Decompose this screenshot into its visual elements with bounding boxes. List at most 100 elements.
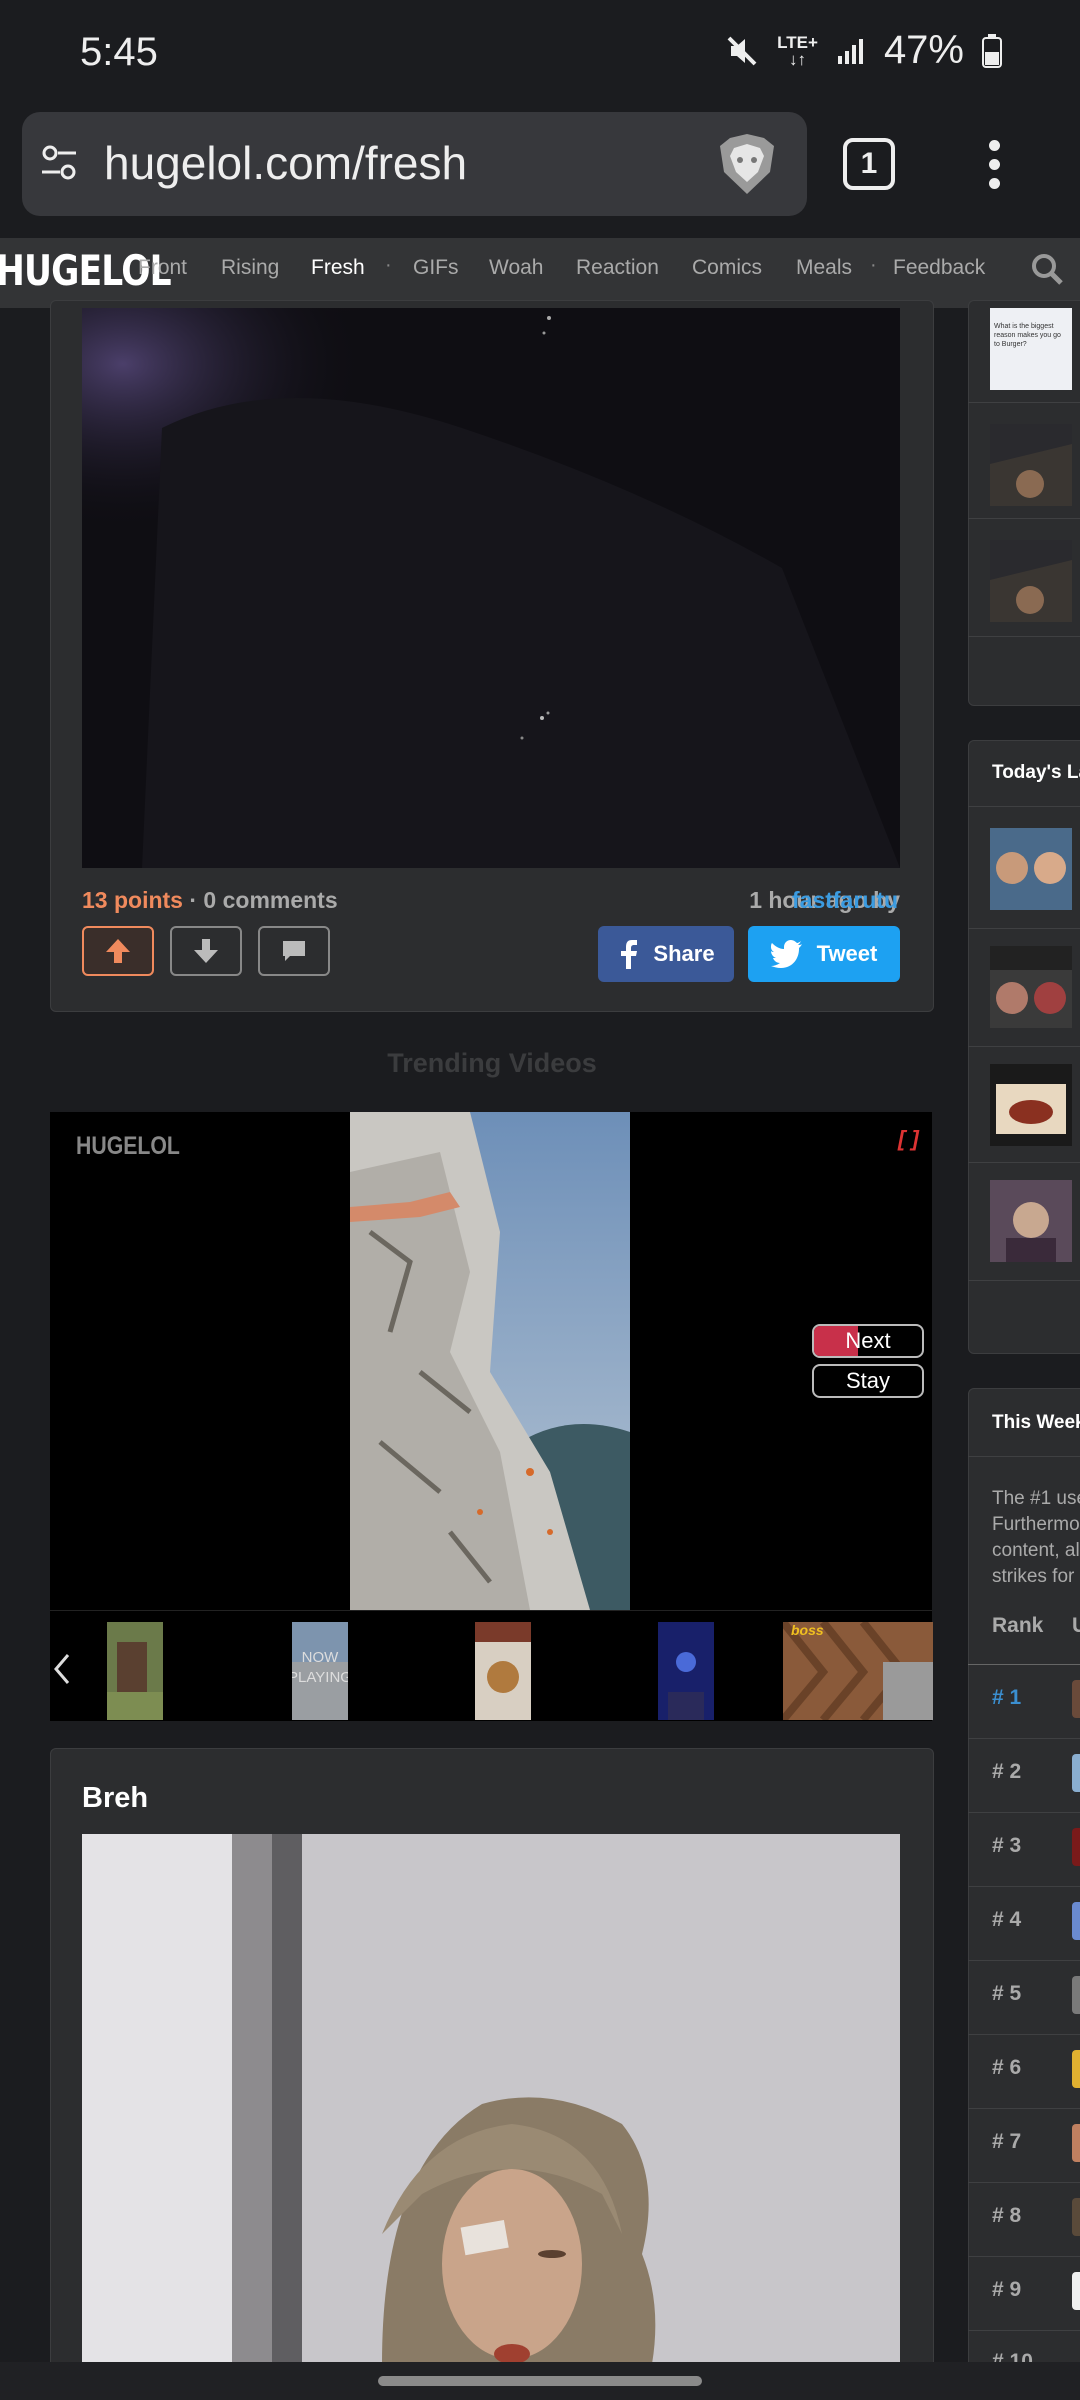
nav-separator: ·	[870, 254, 877, 276]
sidebar-heading-weekly: This Week	[992, 1412, 1080, 1433]
rank-avatar[interactable]	[1072, 1680, 1080, 1718]
status-time: 5:45	[80, 30, 158, 74]
divider	[968, 2034, 1080, 2035]
video-thumbnail[interactable]: boss	[783, 1622, 933, 1720]
sidebar-thumbnail[interactable]	[990, 1180, 1072, 1262]
arrow-up-icon	[106, 939, 130, 963]
now-playing-label: NOW PLAYING	[292, 1649, 348, 1686]
next-button[interactable]: Next	[812, 1324, 924, 1358]
divider	[968, 1664, 1080, 1665]
rank-9: # 9	[992, 2278, 1022, 2301]
comment-button[interactable]	[258, 926, 330, 976]
stay-button[interactable]: Stay	[812, 1364, 924, 1398]
search-icon[interactable]	[1030, 252, 1064, 286]
sidebar-thumbnail[interactable]	[990, 1064, 1072, 1146]
video-thumbnail[interactable]	[658, 1622, 714, 1720]
video-thumbnail[interactable]	[475, 1622, 531, 1720]
weekly-text-line: Furthermo	[992, 1514, 1080, 1535]
points-count: 13 points	[82, 887, 183, 913]
nav-woah[interactable]: Woah	[489, 256, 543, 280]
weekly-text-line: content, al	[992, 1540, 1080, 1561]
home-gesture-handle[interactable]	[378, 2376, 702, 2386]
nav-front[interactable]: Front	[138, 256, 187, 280]
sidebar-thumbnail[interactable]: What is the biggest reason makes you go …	[990, 308, 1072, 390]
video-thumbnail-now-playing[interactable]: NOW PLAYING	[292, 1622, 348, 1720]
divider	[968, 1738, 1080, 1739]
divider	[968, 1456, 1080, 1457]
rank-avatar[interactable]	[1072, 1828, 1080, 1866]
rank-avatar[interactable]	[1072, 1754, 1080, 1792]
divider	[968, 2256, 1080, 2257]
divider	[968, 1280, 1080, 1281]
nav-gifs[interactable]: GIFs	[413, 256, 459, 280]
rank-2: # 2	[992, 1760, 1022, 1783]
post-video[interactable]	[82, 308, 900, 868]
fullscreen-icon[interactable]: [ ]	[898, 1126, 919, 1152]
trending-heading: Trending Videos	[387, 1048, 597, 1078]
sidebar-thumbnail[interactable]	[990, 540, 1072, 622]
rank-avatar[interactable]	[1072, 2272, 1080, 2310]
arrow-down-icon	[194, 939, 218, 963]
video-thumbnail[interactable]	[107, 1622, 163, 1720]
rank-7: # 7	[992, 2130, 1022, 2153]
post-meta: 13 points · 0 comments	[82, 887, 338, 914]
sidebar-thumbnail[interactable]	[990, 424, 1072, 506]
site-settings-icon[interactable]	[38, 142, 80, 184]
rank-3: # 3	[992, 1834, 1022, 1857]
rank-6: # 6	[992, 2056, 1022, 2079]
post-image[interactable]	[82, 1834, 900, 2364]
share-label: Share	[653, 941, 715, 966]
divider	[968, 1162, 1080, 1163]
rank-1: # 1	[992, 1686, 1022, 1709]
battery-icon	[982, 33, 1002, 68]
divider	[968, 2108, 1080, 2109]
browser-menu-button[interactable]	[986, 140, 1002, 190]
rank-avatar[interactable]	[1072, 2124, 1080, 2162]
post-title[interactable]: Breh	[82, 1782, 148, 1815]
facebook-share-button[interactable]: Share	[598, 926, 734, 982]
nav-fresh[interactable]: Fresh	[311, 256, 365, 280]
divider	[968, 806, 1080, 807]
divider	[968, 636, 1080, 637]
rank-5: # 5	[992, 1982, 1022, 2005]
battery-percent: 47%	[883, 28, 964, 72]
url-text[interactable]: hugelol.com/fresh	[104, 136, 467, 190]
nav-meals[interactable]: Meals	[796, 256, 852, 280]
sidebar-thumbnail[interactable]	[990, 946, 1072, 1028]
rank-avatar[interactable]	[1072, 1902, 1080, 1940]
comments-count[interactable]: 0 comments	[203, 887, 337, 913]
rank-avatar[interactable]	[1072, 2198, 1080, 2236]
downvote-button[interactable]	[170, 926, 242, 976]
status-icons: LTE+ ↓↑ 47%	[725, 28, 1002, 73]
tweet-button[interactable]: Tweet	[748, 926, 900, 982]
rank-avatar[interactable]	[1072, 2050, 1080, 2088]
weekly-text-line: The #1 use	[992, 1488, 1080, 1509]
chevron-left-icon[interactable]	[52, 1652, 72, 1686]
twitter-icon	[770, 940, 802, 968]
divider	[968, 1960, 1080, 1961]
sidebar-heading-today: Today's La	[992, 762, 1080, 783]
brave-shields-icon[interactable]	[716, 132, 778, 198]
upvote-button[interactable]	[82, 926, 154, 976]
nav-reaction[interactable]: Reaction	[576, 256, 659, 280]
divider	[968, 1046, 1080, 1047]
rank-column-header: Rank	[992, 1614, 1044, 1637]
nav-comics[interactable]: Comics	[692, 256, 762, 280]
tweet-label: Tweet	[816, 941, 878, 966]
rank-8: # 8	[992, 2204, 1022, 2227]
divider	[968, 1812, 1080, 1813]
nav-feedback[interactable]: Feedback	[893, 256, 985, 280]
divider	[968, 2330, 1080, 2331]
nav-rising[interactable]: Rising	[221, 256, 279, 280]
user-column-header: U	[1072, 1614, 1080, 1637]
sidebar-thumbnail-caption: What is the biggest reason makes you go …	[994, 323, 1061, 348]
post-author[interactable]: fastfarutu	[792, 887, 898, 914]
player-video[interactable]	[350, 1112, 630, 1610]
rank-4: # 4	[992, 1908, 1022, 1931]
comment-icon	[283, 941, 305, 961]
sidebar-thumbnail[interactable]	[990, 828, 1072, 910]
tab-switcher-button[interactable]: 1	[843, 138, 895, 190]
meta-separator: ·	[189, 887, 198, 913]
rank-avatar[interactable]	[1072, 1976, 1080, 2014]
nav-separator: ·	[385, 254, 392, 276]
